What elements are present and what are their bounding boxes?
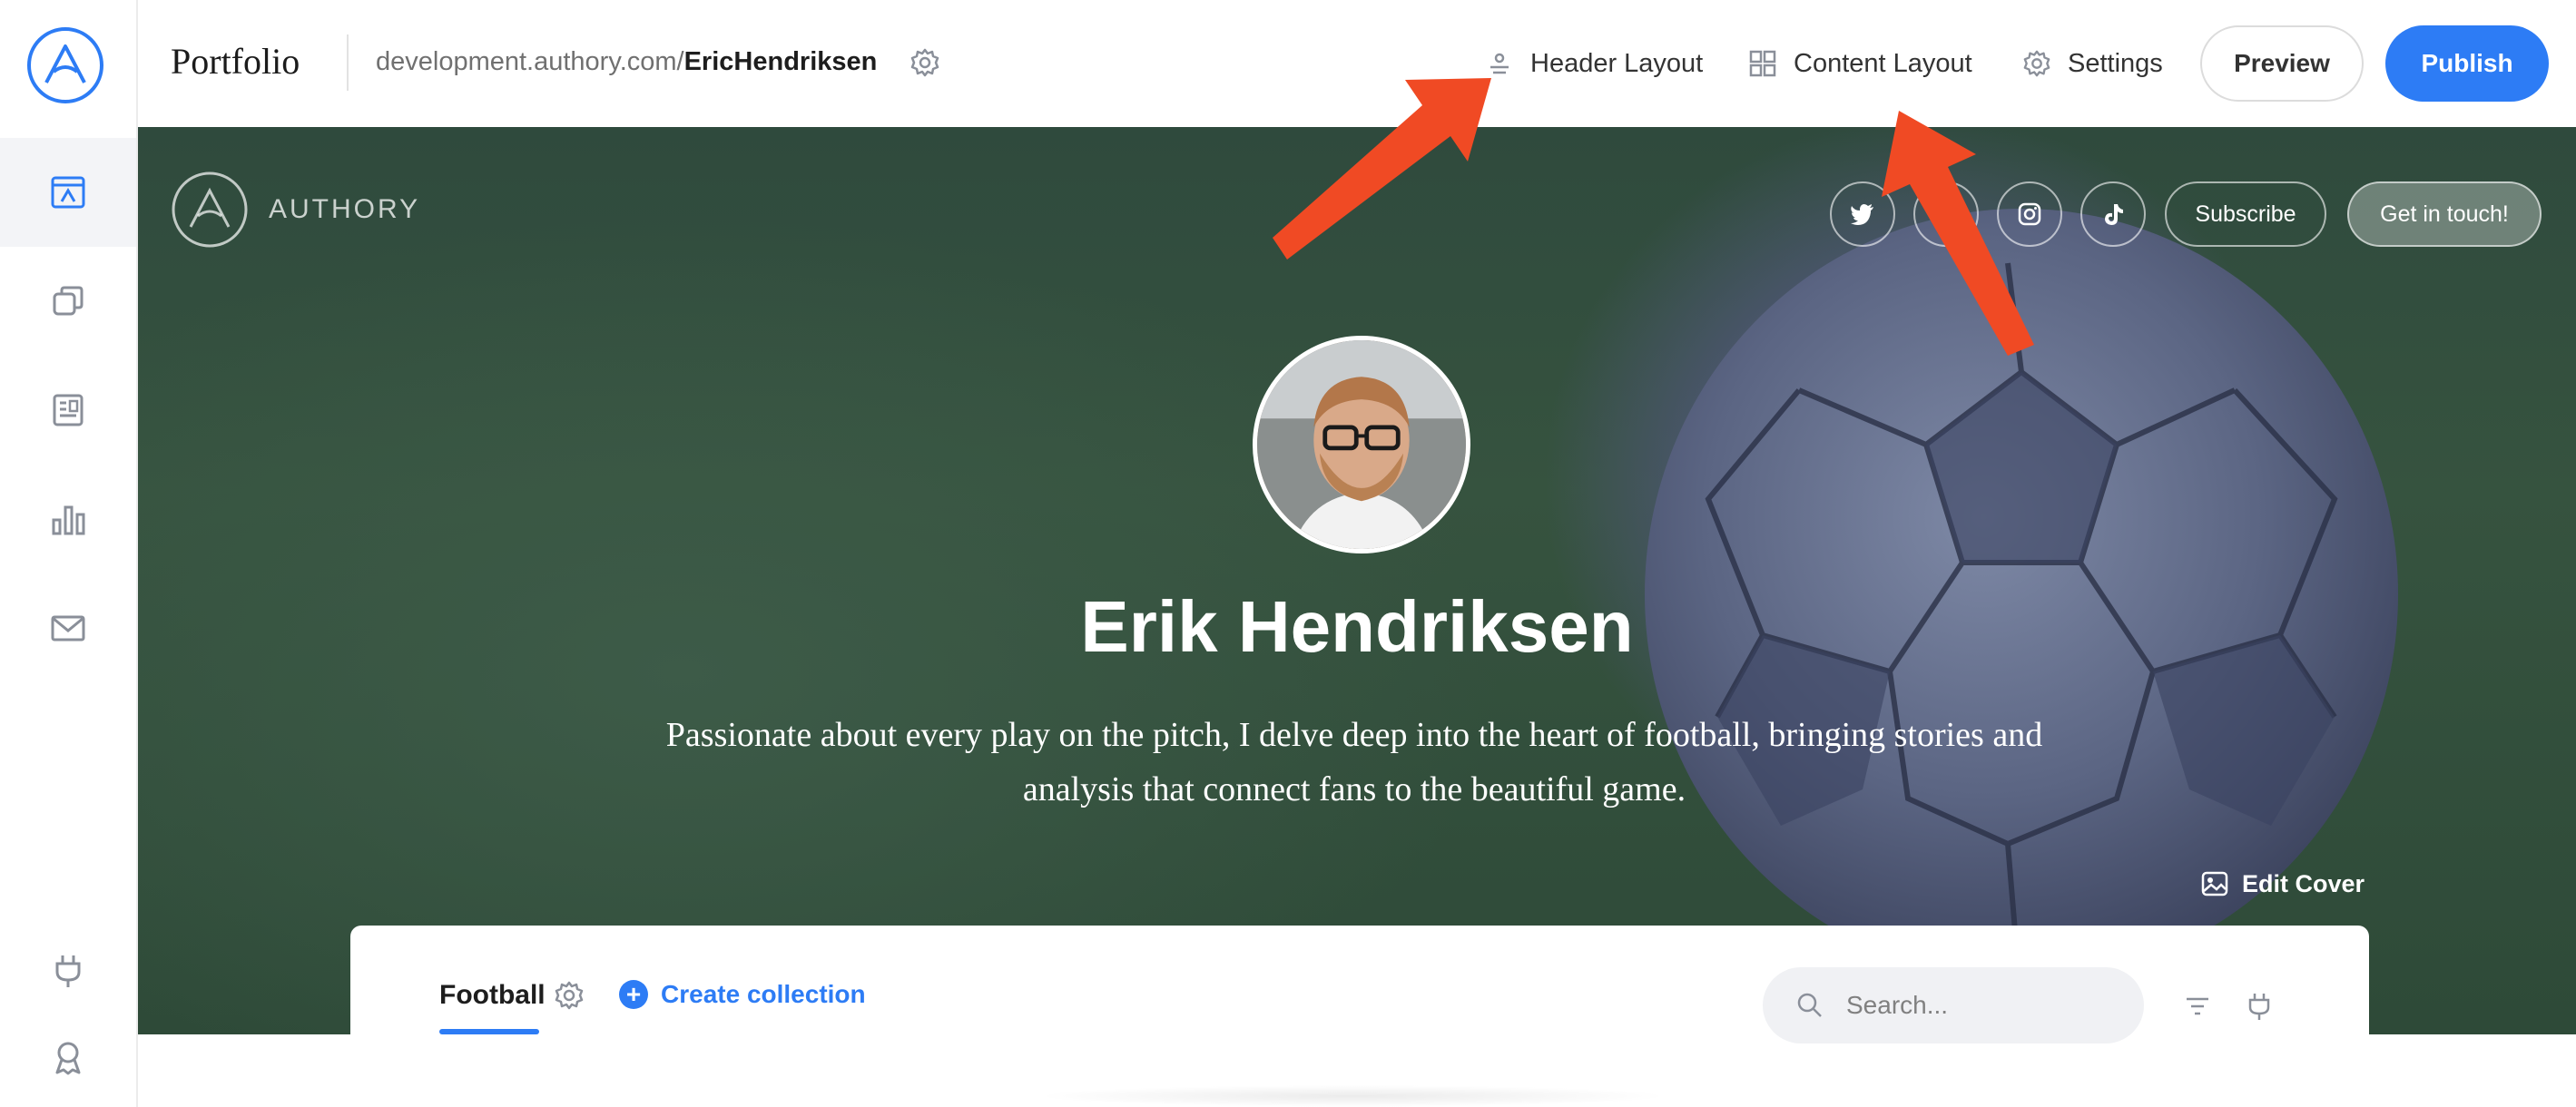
header-layout-icon bbox=[1490, 53, 1509, 74]
publish-button[interactable]: Publish bbox=[2385, 25, 2549, 102]
hero-brand-label: AUTHORY bbox=[269, 194, 421, 224]
create-collection-button[interactable]: + Create collection bbox=[619, 980, 866, 1009]
page-title: Portfolio bbox=[171, 41, 300, 82]
search-icon bbox=[1797, 993, 1822, 1017]
search-box[interactable] bbox=[1763, 967, 2144, 1043]
analytics-icon bbox=[52, 505, 85, 535]
author-bio: Passionate about every play on the pitch… bbox=[665, 716, 2043, 808]
tiktok-icon bbox=[2105, 204, 2123, 225]
edit-cover-button[interactable]: Edit Cover bbox=[2200, 869, 2365, 898]
tab-football[interactable]: Football bbox=[439, 980, 546, 1011]
url-settings-gear-icon[interactable] bbox=[909, 47, 940, 78]
image-icon bbox=[2201, 871, 2228, 896]
twitter-link[interactable] bbox=[1830, 181, 1895, 247]
cover-hero: AUTHORY Subscribe Get in touch! Erik Hen… bbox=[138, 127, 2576, 1034]
content-card: Football + Create collection bbox=[350, 926, 2369, 1107]
header-layout-label: Header Layout bbox=[1530, 48, 1704, 78]
twitter-icon bbox=[1851, 204, 1873, 225]
sidebar-item-collections[interactable] bbox=[0, 247, 136, 356]
header-layout-button[interactable]: Header Layout bbox=[1485, 44, 1703, 83]
sidebar-item-mail[interactable] bbox=[0, 573, 136, 682]
link-icon bbox=[1932, 201, 1960, 228]
articles-icon bbox=[53, 394, 84, 426]
authory-logo-icon bbox=[172, 171, 248, 248]
sidebar bbox=[0, 0, 138, 1107]
mail-icon bbox=[51, 615, 85, 642]
collection-settings-gear-icon[interactable] bbox=[554, 980, 585, 1011]
sidebar-item-articles[interactable] bbox=[0, 356, 136, 465]
edit-cover-label: Edit Cover bbox=[2242, 869, 2365, 897]
preview-button[interactable]: Preview bbox=[2200, 25, 2364, 102]
instagram-icon bbox=[2018, 202, 2041, 226]
create-collection-label: Create collection bbox=[661, 980, 866, 1008]
content-layout-label: Content Layout bbox=[1794, 48, 1972, 78]
grid-icon bbox=[1749, 50, 1776, 77]
url-user: EricHendriksen bbox=[683, 47, 878, 76]
sidebar-item-badges[interactable] bbox=[0, 1003, 136, 1107]
plus-icon: + bbox=[619, 980, 648, 1009]
url-prefix: development.authory.com/ bbox=[376, 47, 684, 76]
top-bar: Portfolio development.authory.com/EricHe… bbox=[138, 0, 2576, 127]
collections-icon bbox=[53, 286, 84, 316]
plug-icon bbox=[55, 955, 81, 987]
instagram-link[interactable] bbox=[1997, 181, 2062, 247]
avatar[interactable] bbox=[1253, 336, 1470, 554]
subscribe-button[interactable]: Subscribe bbox=[2165, 181, 2326, 247]
tiktok-link[interactable] bbox=[2080, 181, 2146, 247]
hero-brand: AUTHORY bbox=[171, 171, 420, 249]
gear-icon bbox=[2023, 50, 2050, 77]
filter-icon[interactable] bbox=[2182, 991, 2213, 1022]
get-in-touch-button[interactable]: Get in touch! bbox=[2347, 181, 2542, 247]
website-link[interactable] bbox=[1913, 181, 1979, 247]
plug-icon[interactable] bbox=[2244, 991, 2275, 1022]
content-layout-button[interactable]: Content Layout bbox=[1748, 44, 1972, 83]
card-shadow bbox=[1035, 1085, 1670, 1107]
search-input[interactable] bbox=[1846, 991, 2119, 1020]
portfolio-url[interactable]: development.authory.com/EricHendriksen bbox=[376, 47, 877, 77]
active-tab-indicator bbox=[439, 1029, 539, 1034]
settings-button[interactable]: Settings bbox=[2022, 44, 2163, 83]
authory-logo-icon[interactable] bbox=[26, 26, 104, 104]
badge-icon bbox=[55, 1042, 81, 1075]
settings-label: Settings bbox=[2068, 48, 2163, 78]
divider bbox=[347, 34, 349, 91]
sidebar-item-portfolio[interactable] bbox=[0, 138, 136, 247]
sidebar-item-analytics[interactable] bbox=[0, 465, 136, 573]
author-name: Erik Hendriksen bbox=[1080, 586, 1634, 667]
portfolio-icon bbox=[51, 176, 85, 209]
